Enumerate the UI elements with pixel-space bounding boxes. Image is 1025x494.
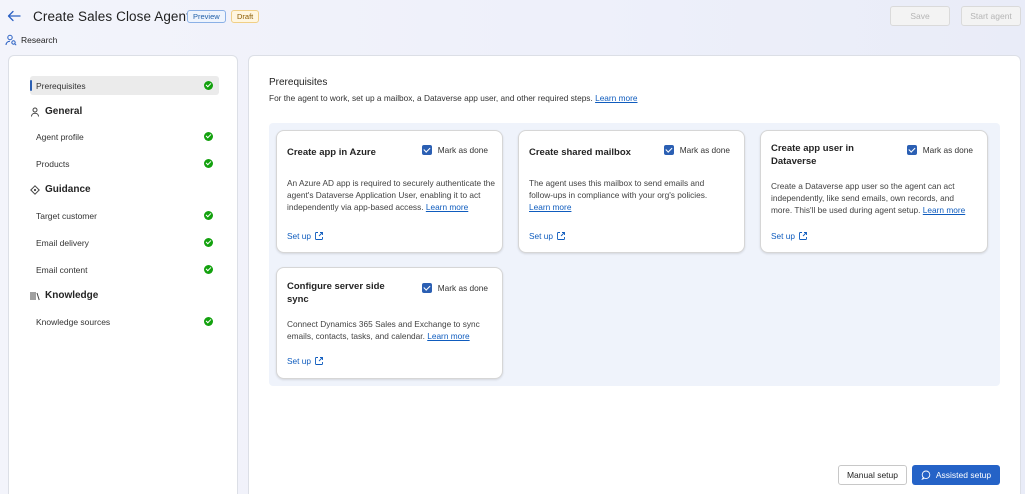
card-description: Connect Dynamics 365 Sales and Exchange …: [287, 319, 480, 341]
card-create-app-azure: Create app in Azure Mark as done An Azur…: [276, 130, 503, 253]
card-create-shared-mailbox: Create shared mailbox Mark as done The a…: [518, 130, 745, 253]
card-create-app-user-dataverse: Create app user in Dataverse Mark as don…: [760, 130, 988, 253]
section-description: For the agent to work, set up a mailbox,…: [269, 93, 638, 103]
checkbox-checked-icon: [906, 145, 917, 155]
checkbox-checked-icon: [421, 283, 432, 293]
mark-as-done-checkbox[interactable]: Mark as done: [421, 283, 488, 293]
section-title: Prerequisites: [269, 77, 328, 88]
card-description: Create a Dataverse app user so the agent…: [771, 181, 966, 215]
check-circle-icon: [204, 238, 213, 247]
draft-badge: Draft: [231, 10, 260, 23]
section-heading-guidance: Guidance: [30, 184, 91, 195]
learn-more-link[interactable]: Learn more: [595, 93, 637, 103]
section-heading-general: General: [30, 106, 82, 117]
research-label: Research: [21, 35, 58, 45]
external-link-icon: [557, 232, 565, 240]
sidebar-item-label: Prerequisites: [36, 80, 86, 91]
section-heading-knowledge: Knowledge: [30, 290, 98, 301]
chat-icon: [921, 470, 931, 480]
external-link-icon: [315, 357, 323, 365]
check-circle-icon: [204, 132, 213, 141]
sidebar-item-target-customer[interactable]: Target customer: [30, 206, 219, 225]
checkbox-checked-icon: [421, 145, 432, 155]
sidebar-item-products[interactable]: Products: [30, 154, 219, 173]
learn-more-link[interactable]: Learn more: [426, 202, 468, 212]
sidebar-item-label: Target customer: [36, 210, 97, 221]
sidebar-item-email-delivery[interactable]: Email delivery: [30, 233, 219, 252]
set-up-link[interactable]: Set up: [529, 231, 566, 241]
external-link-icon: [799, 232, 807, 240]
set-up-link[interactable]: Set up: [771, 231, 808, 241]
back-arrow-icon[interactable]: [6, 8, 22, 24]
sidebar-item-email-content[interactable]: Email content: [30, 260, 219, 279]
card-configure-server-side-sync: Configure server side sync Mark as done …: [276, 267, 503, 379]
main-panel: Prerequisites For the agent to work, set…: [248, 55, 1021, 494]
preview-badge: Preview: [187, 10, 226, 23]
sidebar-item-label: Products: [36, 158, 70, 169]
sidebar-item-label: Email content: [36, 264, 88, 275]
checkbox-checked-icon: [663, 145, 674, 155]
sidebar-item-knowledge-sources[interactable]: Knowledge sources: [30, 312, 219, 331]
card-title: Create shared mailbox: [529, 147, 631, 158]
learn-more-link[interactable]: Learn more: [427, 331, 469, 341]
sidebar-item-label: Knowledge sources: [36, 316, 111, 327]
mark-as-done-checkbox[interactable]: Mark as done: [663, 145, 730, 155]
card-title: Create app user in Dataverse: [771, 143, 854, 167]
check-circle-icon: [204, 81, 213, 90]
check-circle-icon: [204, 159, 213, 168]
research-icon: [5, 34, 17, 46]
external-link-icon: [315, 232, 323, 240]
learn-more-link[interactable]: Learn more: [529, 202, 571, 212]
save-button[interactable]: Save: [890, 6, 950, 26]
person-icon: [31, 107, 39, 117]
page-title: Create Sales Close Agent: [33, 9, 190, 24]
set-up-link[interactable]: Set up: [287, 231, 324, 241]
research-link[interactable]: Research: [5, 34, 57, 46]
sidebar-item-agent-profile[interactable]: Agent profile: [30, 127, 219, 146]
sidebar-item-label: Agent profile: [36, 131, 84, 142]
card-description: The agent uses this mailbox to send emai…: [529, 178, 708, 212]
card-title: Configure server side sync: [287, 281, 385, 305]
learn-more-link[interactable]: Learn more: [923, 205, 965, 215]
card-description: An Azure AD app is required to securely …: [287, 178, 496, 212]
card-title: Create app in Azure: [287, 147, 376, 158]
sidebar-item-label: Email delivery: [36, 237, 89, 248]
set-up-link[interactable]: Set up: [287, 356, 324, 366]
mark-as-done-checkbox[interactable]: Mark as done: [906, 145, 973, 155]
compass-icon: [30, 184, 40, 195]
sidebar: Prerequisites General Agent profile Prod…: [8, 55, 238, 494]
start-agent-button[interactable]: Start agent: [961, 6, 1021, 26]
sidebar-item-prerequisites[interactable]: Prerequisites: [30, 76, 219, 95]
mark-as-done-checkbox[interactable]: Mark as done: [421, 145, 488, 155]
check-circle-icon: [204, 265, 213, 274]
manual-setup-button[interactable]: Manual setup: [838, 465, 907, 485]
check-circle-icon: [204, 211, 213, 220]
assisted-setup-button[interactable]: Assisted setup: [912, 465, 1000, 485]
library-icon: [30, 291, 40, 300]
check-circle-icon: [204, 317, 213, 326]
